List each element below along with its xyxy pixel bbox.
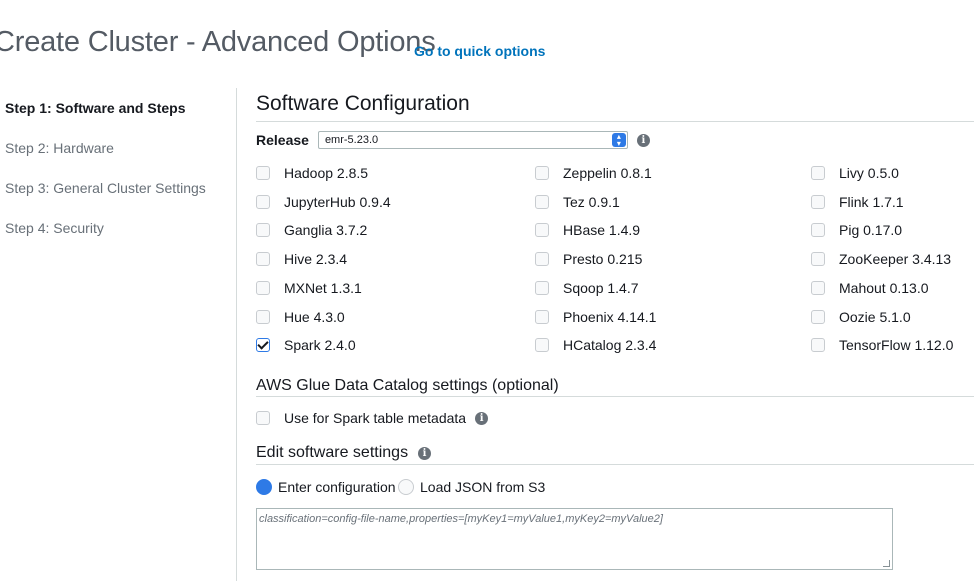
glue-spark-checkbox[interactable] — [256, 411, 270, 425]
app-option[interactable]: Oozie 5.1.0 — [811, 308, 911, 326]
app-checkbox[interactable] — [256, 310, 270, 324]
app-checkbox[interactable] — [256, 338, 270, 352]
app-label: Phoenix 4.14.1 — [563, 309, 657, 325]
load-json-label: Load JSON from S3 — [420, 479, 546, 495]
app-option[interactable]: Presto 0.215 — [535, 250, 642, 268]
wizard-steps: Step 1: Software and Steps Step 2: Hardw… — [5, 100, 235, 260]
app-checkbox[interactable] — [811, 195, 825, 209]
app-checkbox[interactable] — [535, 166, 549, 180]
configuration-textarea[interactable]: classification=config-file-name,properti… — [256, 508, 893, 570]
app-checkbox[interactable] — [535, 338, 549, 352]
app-option[interactable]: Flink 1.7.1 — [811, 193, 904, 211]
app-option[interactable]: TensorFlow 1.12.0 — [811, 336, 953, 354]
enter-configuration-label: Enter configuration — [278, 479, 396, 495]
glue-settings-title: AWS Glue Data Catalog settings (optional… — [256, 377, 559, 394]
app-option[interactable]: Hadoop 2.8.5 — [256, 164, 368, 182]
load-json-option[interactable]: Load JSON from S3 — [398, 478, 545, 496]
app-option[interactable]: Ganglia 3.7.2 — [256, 221, 367, 239]
enter-configuration-radio[interactable] — [256, 479, 272, 495]
app-label: JupyterHub 0.9.4 — [284, 194, 391, 210]
app-label: Hue 4.3.0 — [284, 309, 345, 325]
app-label: Oozie 5.1.0 — [839, 309, 911, 325]
release-row: Release emr-5.23.0 ▴ ▾ i — [256, 130, 650, 150]
app-option[interactable]: Tez 0.9.1 — [535, 193, 620, 211]
app-checkbox[interactable] — [811, 338, 825, 352]
step-software-and-steps[interactable]: Step 1: Software and Steps — [5, 100, 235, 140]
app-label: HBase 1.4.9 — [563, 222, 641, 238]
release-select-value: emr-5.23.0 — [324, 134, 379, 146]
app-label: Ganglia 3.7.2 — [284, 222, 368, 238]
app-label: Sqoop 1.4.7 — [563, 280, 639, 296]
app-option[interactable]: Spark 2.4.0 — [256, 336, 356, 354]
select-arrows-icon: ▴ ▾ — [611, 133, 626, 148]
app-checkbox[interactable] — [256, 223, 270, 237]
edit-software-settings-header: Edit software settings i — [256, 444, 432, 462]
enter-configuration-option[interactable]: Enter configuration — [256, 478, 396, 496]
app-option[interactable]: HCatalog 2.3.4 — [535, 336, 656, 354]
app-option[interactable]: Phoenix 4.14.1 — [535, 308, 656, 326]
software-configuration-title: Software Configuration — [256, 92, 470, 115]
app-label: HCatalog 2.3.4 — [563, 337, 657, 353]
app-checkbox[interactable] — [256, 195, 270, 209]
info-icon[interactable]: i — [636, 133, 650, 147]
app-label: MXNet 1.3.1 — [284, 280, 362, 296]
glue-spark-option[interactable]: Use for Spark table metadata i — [256, 409, 489, 427]
app-label: Spark 2.4.0 — [284, 337, 356, 353]
app-label: ZooKeeper 3.4.13 — [839, 251, 952, 267]
go-to-quick-options-link[interactable]: Go to quick options — [414, 43, 545, 59]
app-option[interactable]: Hue 4.3.0 — [256, 308, 345, 326]
app-label: Presto 0.215 — [563, 251, 643, 267]
release-label: Release — [256, 132, 309, 148]
app-checkbox[interactable] — [535, 195, 549, 209]
app-label: TensorFlow 1.12.0 — [839, 337, 954, 353]
step-hardware[interactable]: Step 2: Hardware — [5, 140, 235, 180]
software-title-divider — [256, 121, 974, 122]
app-option[interactable]: Livy 0.5.0 — [811, 164, 899, 182]
app-label: Flink 1.7.1 — [839, 194, 904, 210]
configuration-placeholder: classification=config-file-name,properti… — [259, 513, 663, 525]
app-option[interactable]: ZooKeeper 3.4.13 — [811, 250, 951, 268]
app-checkbox[interactable] — [535, 310, 549, 324]
step-security[interactable]: Step 4: Security — [5, 220, 235, 260]
glue-spark-label: Use for Spark table metadata — [284, 410, 467, 426]
page-title: Create Cluster - Advanced Options — [0, 26, 436, 58]
app-label: Livy 0.5.0 — [839, 165, 899, 181]
resize-grip-icon[interactable] — [883, 560, 890, 567]
load-json-radio[interactable] — [398, 479, 414, 495]
step-general-cluster-settings[interactable]: Step 3: General Cluster Settings — [5, 180, 235, 220]
app-checkbox[interactable] — [535, 281, 549, 295]
app-checkbox[interactable] — [811, 223, 825, 237]
app-option[interactable]: Pig 0.17.0 — [811, 221, 902, 239]
edit-software-settings-title: Edit software settings — [256, 444, 409, 461]
app-checkbox[interactable] — [811, 310, 825, 324]
app-checkbox[interactable] — [811, 281, 825, 295]
app-label: Pig 0.17.0 — [839, 222, 903, 238]
info-icon[interactable]: i — [418, 446, 432, 460]
app-checkbox[interactable] — [811, 166, 825, 180]
app-label: Tez 0.9.1 — [563, 194, 620, 210]
app-option[interactable]: Hive 2.3.4 — [256, 250, 347, 268]
app-checkbox[interactable] — [256, 166, 270, 180]
app-checkbox[interactable] — [256, 281, 270, 295]
steps-divider — [236, 88, 237, 581]
app-checkbox[interactable] — [535, 223, 549, 237]
app-label: Zeppelin 0.8.1 — [563, 165, 652, 181]
app-checkbox[interactable] — [535, 252, 549, 266]
edit-settings-divider — [256, 464, 974, 465]
app-option[interactable]: HBase 1.4.9 — [535, 221, 640, 239]
app-checkbox[interactable] — [256, 252, 270, 266]
app-label: Hadoop 2.8.5 — [284, 165, 369, 181]
app-checkbox[interactable] — [811, 252, 825, 266]
info-icon[interactable]: i — [475, 411, 489, 425]
app-label: Mahout 0.13.0 — [839, 280, 929, 296]
glue-title-divider — [256, 396, 974, 397]
app-label: Hive 2.3.4 — [284, 251, 348, 267]
release-select[interactable]: emr-5.23.0 ▴ ▾ — [317, 131, 628, 149]
app-option[interactable]: Mahout 0.13.0 — [811, 279, 929, 297]
app-option[interactable]: Sqoop 1.4.7 — [535, 279, 639, 297]
app-option[interactable]: JupyterHub 0.9.4 — [256, 193, 391, 211]
app-option[interactable]: MXNet 1.3.1 — [256, 279, 362, 297]
app-option[interactable]: Zeppelin 0.8.1 — [535, 164, 652, 182]
